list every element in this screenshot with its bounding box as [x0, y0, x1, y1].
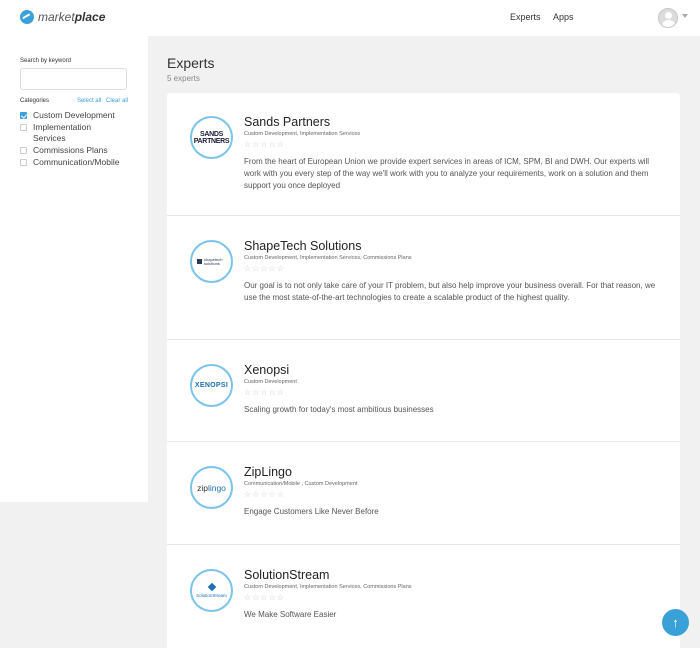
sands-partners-logo: SANDS PARTNERS: [193, 130, 230, 145]
experts-count: 5 experts: [167, 74, 200, 83]
expert-categories: Custom Development, Implementation Servi…: [244, 584, 412, 590]
expert-categories: Custom Development, Implementation Servi…: [244, 255, 412, 261]
expert-description: Engage Customers Like Never Before: [244, 507, 379, 516]
search-input[interactable]: [20, 68, 127, 90]
checkbox[interactable]: [20, 147, 27, 154]
expert-categories: Custom Development, Implementation Servi…: [244, 131, 361, 137]
rating-stars: ☆☆☆☆☆: [244, 593, 285, 602]
marketplace-logo[interactable]: marketplace: [20, 10, 105, 24]
clear-all-link[interactable]: Clear all: [106, 98, 128, 104]
solutionstream-logo: SolutionStream: [196, 592, 227, 598]
nav-experts[interactable]: Experts: [510, 12, 541, 22]
experts-list: SANDS PARTNERS Sands Partners Custom Dev…: [167, 93, 680, 648]
checkbox-checked[interactable]: [20, 112, 27, 119]
expert-logo: shapetech solutions: [190, 240, 233, 283]
categories-label: Categories: [20, 98, 50, 104]
shapetech-logo: shapetech solutions: [204, 256, 223, 266]
category-custom-development[interactable]: Custom Development: [20, 110, 128, 121]
select-all-link[interactable]: Select all: [77, 98, 101, 104]
expert-name[interactable]: Xenopsi: [244, 363, 660, 377]
xenopsi-logo: XENOPSI: [194, 382, 229, 389]
filter-sidebar: Search by keyword Categories Select all …: [0, 36, 148, 502]
expert-name[interactable]: Sands Partners: [244, 115, 660, 129]
category-commissions-plans[interactable]: Commissions Plans: [20, 145, 128, 156]
rating-stars: ☆☆☆☆☆: [244, 264, 285, 273]
shapetech-mark-icon: [197, 259, 202, 264]
expert-card-solutionstream[interactable]: SolutionStream SolutionStream Custom Dev…: [167, 545, 680, 648]
expert-card-xenopsi[interactable]: XENOPSI Xenopsi Custom Development ☆☆☆☆☆…: [167, 340, 680, 442]
category-label: Commissions Plans: [33, 145, 108, 155]
expert-card-shapetech-solutions[interactable]: shapetech solutions ShapeTech Solutions …: [167, 216, 680, 340]
expert-card-ziplingo[interactable]: ziplingo ZipLingo Communication/Mobile ,…: [167, 442, 680, 545]
category-communication-mobile[interactable]: Communication/Mobile: [20, 157, 128, 168]
solutionstream-mark-icon: [207, 582, 216, 591]
rating-stars: ☆☆☆☆☆: [244, 388, 285, 397]
rating-stars: ☆☆☆☆☆: [244, 490, 285, 499]
expert-logo: XENOPSI: [190, 364, 233, 407]
search-label: Search by keyword: [20, 58, 72, 64]
expert-categories: Custom Development: [244, 379, 297, 385]
expert-description: We Make Software Easier: [244, 610, 337, 619]
category-implementation-services[interactable]: Implementation Services: [20, 122, 128, 144]
checkbox[interactable]: [20, 124, 27, 131]
expert-logo: SolutionStream: [190, 569, 233, 612]
expert-description: Our goal is to not only take care of you…: [244, 281, 656, 302]
top-bar: marketplace Experts Apps: [0, 0, 700, 36]
expert-description: Scaling growth for today's most ambitiou…: [244, 405, 434, 414]
expert-description: From the heart of European Union we prov…: [244, 157, 650, 190]
logo-text: market: [38, 10, 75, 24]
expert-logo: ziplingo: [190, 466, 233, 509]
category-label: Custom Development: [33, 110, 115, 120]
category-label: Communication/Mobile: [33, 157, 120, 167]
marketplace-logo-icon: [20, 10, 34, 24]
chevron-down-icon[interactable]: [682, 14, 688, 18]
expert-name[interactable]: SolutionStream: [244, 568, 660, 582]
expert-name[interactable]: ZipLingo: [244, 465, 660, 479]
ziplingo-logo-accent: lingo: [207, 482, 226, 493]
expert-name[interactable]: ShapeTech Solutions: [244, 239, 660, 253]
category-label: Implementation Services: [33, 122, 92, 143]
ziplingo-logo: zip: [197, 482, 208, 493]
expert-categories: Communication/Mobile , Custom Developmen…: [244, 481, 358, 487]
rating-stars: ☆☆☆☆☆: [244, 140, 285, 149]
nav-apps[interactable]: Apps: [553, 12, 574, 22]
logo-text-bold: place: [74, 10, 106, 24]
arrow-up-icon: ↑: [672, 615, 679, 630]
user-avatar[interactable]: [658, 8, 678, 28]
expert-card-sands-partners[interactable]: SANDS PARTNERS Sands Partners Custom Dev…: [167, 93, 680, 216]
checkbox[interactable]: [20, 159, 27, 166]
page-title: Experts: [167, 55, 215, 71]
scroll-to-top-button[interactable]: ↑: [662, 609, 689, 636]
expert-logo: SANDS PARTNERS: [190, 116, 233, 159]
